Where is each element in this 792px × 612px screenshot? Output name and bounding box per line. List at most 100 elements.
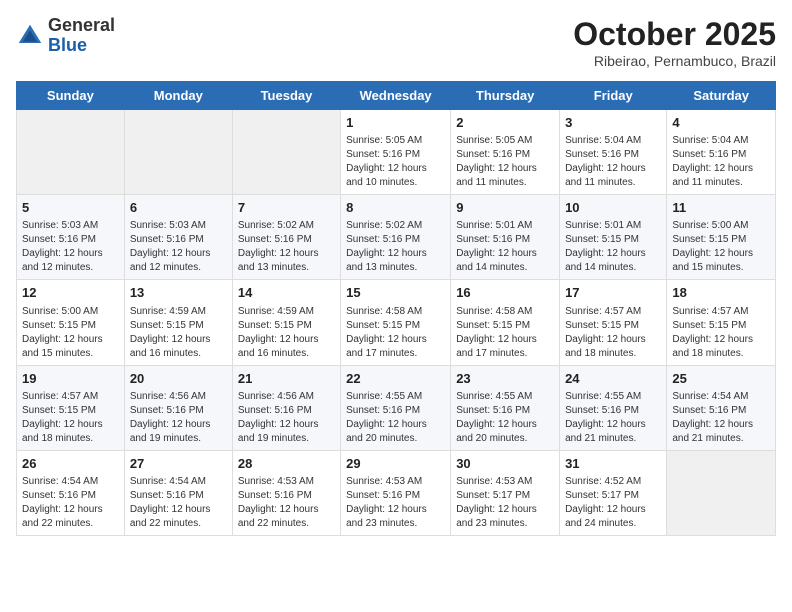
calendar-cell: 26 Sunrise: 4:54 AM Sunset: 5:16 PM Dayli… [17,450,125,535]
calendar-cell: 14Sunrise: 4:59 AM Sunset: 5:15 PM Dayli… [232,280,340,365]
day-info: Sunrise: 5:02 AM Sunset: 5:16 PM Dayligh… [346,219,445,275]
day-info: Sunrise: 5:04 AM Sunset: 5:16 PM Dayligh… [672,134,770,190]
calendar-cell: 25Sunrise: 4:54 AM Sunset: 5:16 PM Dayli… [667,365,776,450]
day-number: 29 [346,455,445,473]
title-block: October 2025 Ribeirao, Pernambuco, Brazi… [573,16,776,69]
day-info: Sunrise: 4:59 AM Sunset: 5:15 PM Dayligh… [130,305,227,361]
calendar-cell: 9Sunrise: 5:01 AM Sunset: 5:16 PM Daylig… [451,195,560,280]
day-info: Sunrise: 5:05 AM Sunset: 5:16 PM Dayligh… [346,134,445,190]
calendar-cell: 11Sunrise: 5:00 AM Sunset: 5:15 PM Dayli… [667,195,776,280]
calendar-cell: 29 Sunrise: 4:53 AM Sunset: 5:16 PM Dayli… [341,450,451,535]
weekday-header: Thursday [451,82,560,110]
day-number: 14 [238,284,335,302]
day-number: 31 [565,455,661,473]
day-number: 9 [456,199,554,217]
weekday-header: Tuesday [232,82,340,110]
calendar-cell [124,110,232,195]
day-number: 5 [22,199,119,217]
day-info: Sunrise: 4:56 AM Sunset: 5:16 PM Dayligh… [130,390,227,446]
day-number: 12 [22,284,119,302]
logo-icon [16,22,44,50]
weekday-header: Sunday [17,82,125,110]
day-info: Sunrise: 4:58 AM Sunset: 5:15 PM Dayligh… [456,305,554,361]
calendar-cell: 12 Sunrise: 5:00 AM Sunset: 5:15 PM Dayli… [17,280,125,365]
day-info: Sunrise: 5:04 AM Sunset: 5:16 PM Dayligh… [565,134,661,190]
calendar-cell: 21 Sunrise: 4:56 AM Sunset: 5:16 PM Dayli… [232,365,340,450]
day-number: 22 [346,370,445,388]
day-number: 25 [672,370,770,388]
calendar-week-row: 19 Sunrise: 4:57 AM Sunset: 5:15 PM Dayli… [17,365,776,450]
day-info: Sunrise: 4:54 AM Sunset: 5:16 PM Dayligh… [130,475,227,531]
logo-text: General Blue [48,16,115,56]
day-number: 18 [672,284,770,302]
day-info: Sunrise: 4:56 AM Sunset: 5:16 PM Dayligh… [238,390,335,446]
day-number: 13 [130,284,227,302]
calendar-cell [667,450,776,535]
day-info: Sunrise: 4:58 AM Sunset: 5:15 PM Dayligh… [346,305,445,361]
calendar-cell: 10Sunrise: 5:01 AM Sunset: 5:15 PM Dayli… [560,195,667,280]
day-info: Sunrise: 4:57 AM Sunset: 5:15 PM Dayligh… [672,305,770,361]
calendar-cell [17,110,125,195]
day-info: Sunrise: 5:00 AM Sunset: 5:15 PM Dayligh… [22,305,119,361]
calendar-cell: 4 Sunrise: 5:04 AM Sunset: 5:16 PM Daylig… [667,110,776,195]
day-info: Sunrise: 4:57 AM Sunset: 5:15 PM Dayligh… [22,390,119,446]
calendar-cell: 20Sunrise: 4:56 AM Sunset: 5:16 PM Dayli… [124,365,232,450]
day-number: 21 [238,370,335,388]
day-info: Sunrise: 5:03 AM Sunset: 5:16 PM Dayligh… [22,219,119,275]
weekday-header: Saturday [667,82,776,110]
calendar-week-row: 5 Sunrise: 5:03 AM Sunset: 5:16 PM Daylig… [17,195,776,280]
day-number: 23 [456,370,554,388]
calendar-cell: 24 Sunrise: 4:55 AM Sunset: 5:16 PM Dayli… [560,365,667,450]
day-info: Sunrise: 4:55 AM Sunset: 5:16 PM Dayligh… [565,390,661,446]
day-info: Sunrise: 4:57 AM Sunset: 5:15 PM Dayligh… [565,305,661,361]
calendar-cell: 6 Sunrise: 5:03 AM Sunset: 5:16 PM Daylig… [124,195,232,280]
day-number: 1 [346,114,445,132]
day-info: Sunrise: 4:53 AM Sunset: 5:16 PM Dayligh… [346,475,445,531]
day-number: 17 [565,284,661,302]
calendar-cell: 2 Sunrise: 5:05 AM Sunset: 5:16 PM Daylig… [451,110,560,195]
calendar-cell: 15 Sunrise: 4:58 AM Sunset: 5:15 PM Dayli… [341,280,451,365]
day-number: 24 [565,370,661,388]
calendar-cell: 16 Sunrise: 4:58 AM Sunset: 5:15 PM Dayli… [451,280,560,365]
day-info: Sunrise: 4:55 AM Sunset: 5:16 PM Dayligh… [346,390,445,446]
calendar-cell: 31 Sunrise: 4:52 AM Sunset: 5:17 PM Dayli… [560,450,667,535]
day-info: Sunrise: 4:55 AM Sunset: 5:16 PM Dayligh… [456,390,554,446]
day-number: 16 [456,284,554,302]
day-info: Sunrise: 4:54 AM Sunset: 5:16 PM Dayligh… [22,475,119,531]
day-info: Sunrise: 4:53 AM Sunset: 5:16 PM Dayligh… [238,475,335,531]
day-number: 30 [456,455,554,473]
weekday-header-row: SundayMondayTuesdayWednesdayThursdayFrid… [17,82,776,110]
logo-blue: Blue [48,35,87,55]
day-number: 19 [22,370,119,388]
page-header: General Blue October 2025 Ribeirao, Pern… [16,16,776,69]
day-number: 15 [346,284,445,302]
calendar-cell: 13 Sunrise: 4:59 AM Sunset: 5:15 PM Dayli… [124,280,232,365]
calendar-cell: 17 Sunrise: 4:57 AM Sunset: 5:15 PM Dayli… [560,280,667,365]
day-number: 4 [672,114,770,132]
weekday-header: Wednesday [341,82,451,110]
calendar-cell: 1 Sunrise: 5:05 AM Sunset: 5:16 PM Daylig… [341,110,451,195]
calendar-cell: 19 Sunrise: 4:57 AM Sunset: 5:15 PM Dayli… [17,365,125,450]
weekday-header: Friday [560,82,667,110]
day-number: 28 [238,455,335,473]
calendar-cell: 8Sunrise: 5:02 AM Sunset: 5:16 PM Daylig… [341,195,451,280]
location-subtitle: Ribeirao, Pernambuco, Brazil [573,53,776,69]
day-info: Sunrise: 5:01 AM Sunset: 5:15 PM Dayligh… [565,219,661,275]
day-info: Sunrise: 5:03 AM Sunset: 5:16 PM Dayligh… [130,219,227,275]
day-info: Sunrise: 4:53 AM Sunset: 5:17 PM Dayligh… [456,475,554,531]
weekday-header: Monday [124,82,232,110]
calendar-cell: 7Sunrise: 5:02 AM Sunset: 5:16 PM Daylig… [232,195,340,280]
calendar-cell: 28 Sunrise: 4:53 AM Sunset: 5:16 PM Dayli… [232,450,340,535]
day-info: Sunrise: 5:02 AM Sunset: 5:16 PM Dayligh… [238,219,335,275]
day-number: 6 [130,199,227,217]
month-title: October 2025 [573,16,776,53]
calendar-cell: 22 Sunrise: 4:55 AM Sunset: 5:16 PM Dayli… [341,365,451,450]
day-number: 2 [456,114,554,132]
day-number: 26 [22,455,119,473]
day-info: Sunrise: 4:52 AM Sunset: 5:17 PM Dayligh… [565,475,661,531]
day-info: Sunrise: 5:05 AM Sunset: 5:16 PM Dayligh… [456,134,554,190]
calendar-cell: 18 Sunrise: 4:57 AM Sunset: 5:15 PM Dayli… [667,280,776,365]
day-number: 27 [130,455,227,473]
calendar-cell: 3Sunrise: 5:04 AM Sunset: 5:16 PM Daylig… [560,110,667,195]
calendar-table: SundayMondayTuesdayWednesdayThursdayFrid… [16,81,776,536]
